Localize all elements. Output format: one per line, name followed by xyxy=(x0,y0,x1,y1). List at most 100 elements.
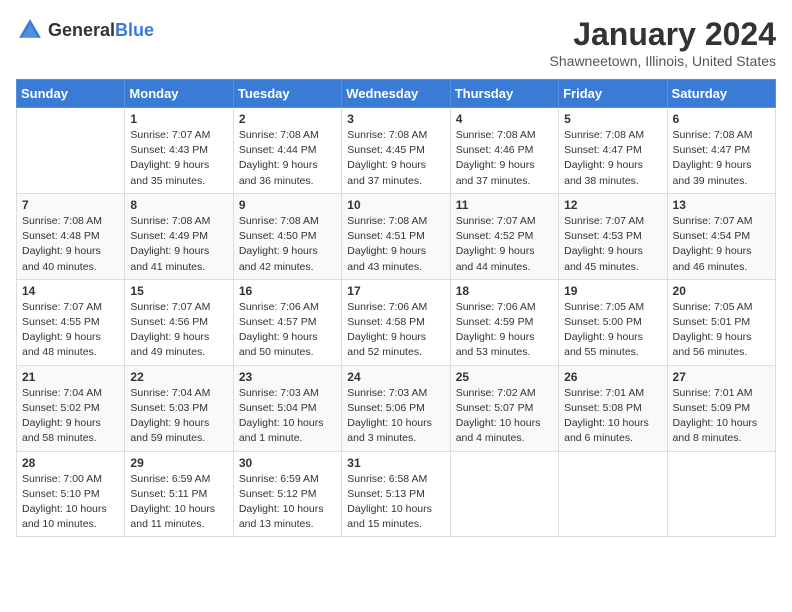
calendar-day-cell: 19 Sunrise: 7:05 AMSunset: 5:00 PMDayligh… xyxy=(559,279,667,365)
day-number: 13 xyxy=(673,198,770,212)
calendar-week-row: 14Sunrise: 7:07 AMSunset: 4:55 PMDayligh… xyxy=(17,279,776,365)
calendar-day-cell: 6Sunrise: 7:08 AMSunset: 4:47 PMDaylight… xyxy=(667,108,775,194)
day-number: 28 xyxy=(22,456,119,470)
day-number: 29 xyxy=(130,456,227,470)
calendar-day-cell: 28 Sunrise: 7:00 AMSunset: 5:10 PMDayligh… xyxy=(17,451,125,537)
day-number: 18 xyxy=(456,284,553,298)
calendar-day-cell xyxy=(667,451,775,537)
calendar-day-cell: 24 Sunrise: 7:03 AMSunset: 5:06 PMDayligh… xyxy=(342,365,450,451)
title-area: January 2024 Shawneetown, Illinois, Unit… xyxy=(550,16,776,69)
calendar-day-cell: 26 Sunrise: 7:01 AMSunset: 5:08 PMDayligh… xyxy=(559,365,667,451)
day-info: Sunrise: 7:04 AMSunset: 5:02 PMDaylight:… xyxy=(22,386,119,447)
logo-general-text: General xyxy=(48,20,115,40)
day-of-week-header: Sunday xyxy=(17,80,125,108)
day-number: 3 xyxy=(347,112,444,126)
day-info: Sunrise: 7:01 AMSunset: 5:08 PMDaylight:… xyxy=(564,386,661,447)
day-number: 5 xyxy=(564,112,661,126)
calendar-day-cell: 20 Sunrise: 7:05 AMSunset: 5:01 PMDayligh… xyxy=(667,279,775,365)
day-number: 7 xyxy=(22,198,119,212)
day-number: 11 xyxy=(456,198,553,212)
logo-icon xyxy=(16,16,44,44)
day-info: Sunrise: 7:07 AMSunset: 4:43 PMDaylight:… xyxy=(130,128,227,189)
day-number: 27 xyxy=(673,370,770,384)
calendar-day-cell xyxy=(17,108,125,194)
day-info: Sunrise: 7:07 AMSunset: 4:53 PMDaylight:… xyxy=(564,214,661,275)
location-subtitle: Shawneetown, Illinois, United States xyxy=(550,53,776,69)
logo: GeneralBlue xyxy=(16,16,154,44)
day-of-week-header: Tuesday xyxy=(233,80,341,108)
day-info: Sunrise: 7:05 AMSunset: 5:01 PMDaylight:… xyxy=(673,300,770,361)
day-number: 1 xyxy=(130,112,227,126)
calendar-table: SundayMondayTuesdayWednesdayThursdayFrid… xyxy=(16,79,776,537)
day-info: Sunrise: 7:03 AMSunset: 5:04 PMDaylight:… xyxy=(239,386,336,447)
calendar-day-cell: 2 Sunrise: 7:08 AMSunset: 4:44 PMDaylight… xyxy=(233,108,341,194)
day-info: Sunrise: 7:08 AMSunset: 4:50 PMDaylight:… xyxy=(239,214,336,275)
day-number: 20 xyxy=(673,284,770,298)
day-info: Sunrise: 7:06 AMSunset: 4:57 PMDaylight:… xyxy=(239,300,336,361)
page-header: GeneralBlue January 2024 Shawneetown, Il… xyxy=(16,16,776,69)
day-number: 19 xyxy=(564,284,661,298)
day-number: 25 xyxy=(456,370,553,384)
day-number: 23 xyxy=(239,370,336,384)
calendar-day-cell: 3 Sunrise: 7:08 AMSunset: 4:45 PMDaylight… xyxy=(342,108,450,194)
calendar-day-cell: 22 Sunrise: 7:04 AMSunset: 5:03 PMDayligh… xyxy=(125,365,233,451)
day-of-week-header: Thursday xyxy=(450,80,558,108)
calendar-day-cell: 8 Sunrise: 7:08 AMSunset: 4:49 PMDaylight… xyxy=(125,193,233,279)
day-info: Sunrise: 7:07 AMSunset: 4:56 PMDaylight:… xyxy=(130,300,227,361)
calendar-day-cell: 25 Sunrise: 7:02 AMSunset: 5:07 PMDayligh… xyxy=(450,365,558,451)
logo-blue-text: Blue xyxy=(115,20,154,40)
calendar-week-row: 7 Sunrise: 7:08 AMSunset: 4:48 PMDaylight… xyxy=(17,193,776,279)
day-info: Sunrise: 6:59 AMSunset: 5:11 PMDaylight:… xyxy=(130,472,227,533)
calendar-day-cell: 15 Sunrise: 7:07 AMSunset: 4:56 PMDayligh… xyxy=(125,279,233,365)
calendar-day-cell: 9Sunrise: 7:08 AMSunset: 4:50 PMDaylight… xyxy=(233,193,341,279)
day-number: 6 xyxy=(673,112,770,126)
day-number: 16 xyxy=(239,284,336,298)
day-number: 31 xyxy=(347,456,444,470)
day-info: Sunrise: 6:59 AMSunset: 5:12 PMDaylight:… xyxy=(239,472,336,533)
day-info: Sunrise: 7:02 AMSunset: 5:07 PMDaylight:… xyxy=(456,386,553,447)
calendar-day-cell: 5Sunrise: 7:08 AMSunset: 4:47 PMDaylight… xyxy=(559,108,667,194)
day-number: 30 xyxy=(239,456,336,470)
day-number: 14 xyxy=(22,284,119,298)
day-info: Sunrise: 7:07 AMSunset: 4:54 PMDaylight:… xyxy=(673,214,770,275)
day-info: Sunrise: 7:05 AMSunset: 5:00 PMDaylight:… xyxy=(564,300,661,361)
calendar-day-cell: 21Sunrise: 7:04 AMSunset: 5:02 PMDayligh… xyxy=(17,365,125,451)
day-info: Sunrise: 7:08 AMSunset: 4:45 PMDaylight:… xyxy=(347,128,444,189)
calendar-day-cell: 13 Sunrise: 7:07 AMSunset: 4:54 PMDayligh… xyxy=(667,193,775,279)
calendar-day-cell: 10Sunrise: 7:08 AMSunset: 4:51 PMDayligh… xyxy=(342,193,450,279)
calendar-day-cell: 30 Sunrise: 6:59 AMSunset: 5:12 PMDayligh… xyxy=(233,451,341,537)
calendar-week-row: 1 Sunrise: 7:07 AMSunset: 4:43 PMDaylight… xyxy=(17,108,776,194)
day-info: Sunrise: 7:01 AMSunset: 5:09 PMDaylight:… xyxy=(673,386,770,447)
day-info: Sunrise: 7:08 AMSunset: 4:46 PMDaylight:… xyxy=(456,128,553,189)
calendar-day-cell: 16 Sunrise: 7:06 AMSunset: 4:57 PMDayligh… xyxy=(233,279,341,365)
calendar-day-cell: 11Sunrise: 7:07 AMSunset: 4:52 PMDayligh… xyxy=(450,193,558,279)
day-info: Sunrise: 7:08 AMSunset: 4:48 PMDaylight:… xyxy=(22,214,119,275)
calendar-day-cell: 31 Sunrise: 6:58 AMSunset: 5:13 PMDayligh… xyxy=(342,451,450,537)
day-number: 15 xyxy=(130,284,227,298)
day-number: 22 xyxy=(130,370,227,384)
calendar-day-cell: 17Sunrise: 7:06 AMSunset: 4:58 PMDayligh… xyxy=(342,279,450,365)
day-number: 8 xyxy=(130,198,227,212)
day-info: Sunrise: 7:06 AMSunset: 4:59 PMDaylight:… xyxy=(456,300,553,361)
calendar-day-cell: 23 Sunrise: 7:03 AMSunset: 5:04 PMDayligh… xyxy=(233,365,341,451)
calendar-day-cell xyxy=(450,451,558,537)
day-number: 4 xyxy=(456,112,553,126)
day-number: 17 xyxy=(347,284,444,298)
day-info: Sunrise: 6:58 AMSunset: 5:13 PMDaylight:… xyxy=(347,472,444,533)
day-of-week-header: Friday xyxy=(559,80,667,108)
day-info: Sunrise: 7:00 AMSunset: 5:10 PMDaylight:… xyxy=(22,472,119,533)
day-info: Sunrise: 7:08 AMSunset: 4:51 PMDaylight:… xyxy=(347,214,444,275)
calendar-day-cell xyxy=(559,451,667,537)
day-of-week-header: Wednesday xyxy=(342,80,450,108)
day-number: 2 xyxy=(239,112,336,126)
day-number: 24 xyxy=(347,370,444,384)
calendar-week-row: 28 Sunrise: 7:00 AMSunset: 5:10 PMDayligh… xyxy=(17,451,776,537)
day-number: 12 xyxy=(564,198,661,212)
calendar-week-row: 21Sunrise: 7:04 AMSunset: 5:02 PMDayligh… xyxy=(17,365,776,451)
day-info: Sunrise: 7:03 AMSunset: 5:06 PMDaylight:… xyxy=(347,386,444,447)
day-number: 26 xyxy=(564,370,661,384)
calendar-day-cell: 12 Sunrise: 7:07 AMSunset: 4:53 PMDayligh… xyxy=(559,193,667,279)
day-info: Sunrise: 7:08 AMSunset: 4:49 PMDaylight:… xyxy=(130,214,227,275)
day-info: Sunrise: 7:08 AMSunset: 4:44 PMDaylight:… xyxy=(239,128,336,189)
day-info: Sunrise: 7:04 AMSunset: 5:03 PMDaylight:… xyxy=(130,386,227,447)
